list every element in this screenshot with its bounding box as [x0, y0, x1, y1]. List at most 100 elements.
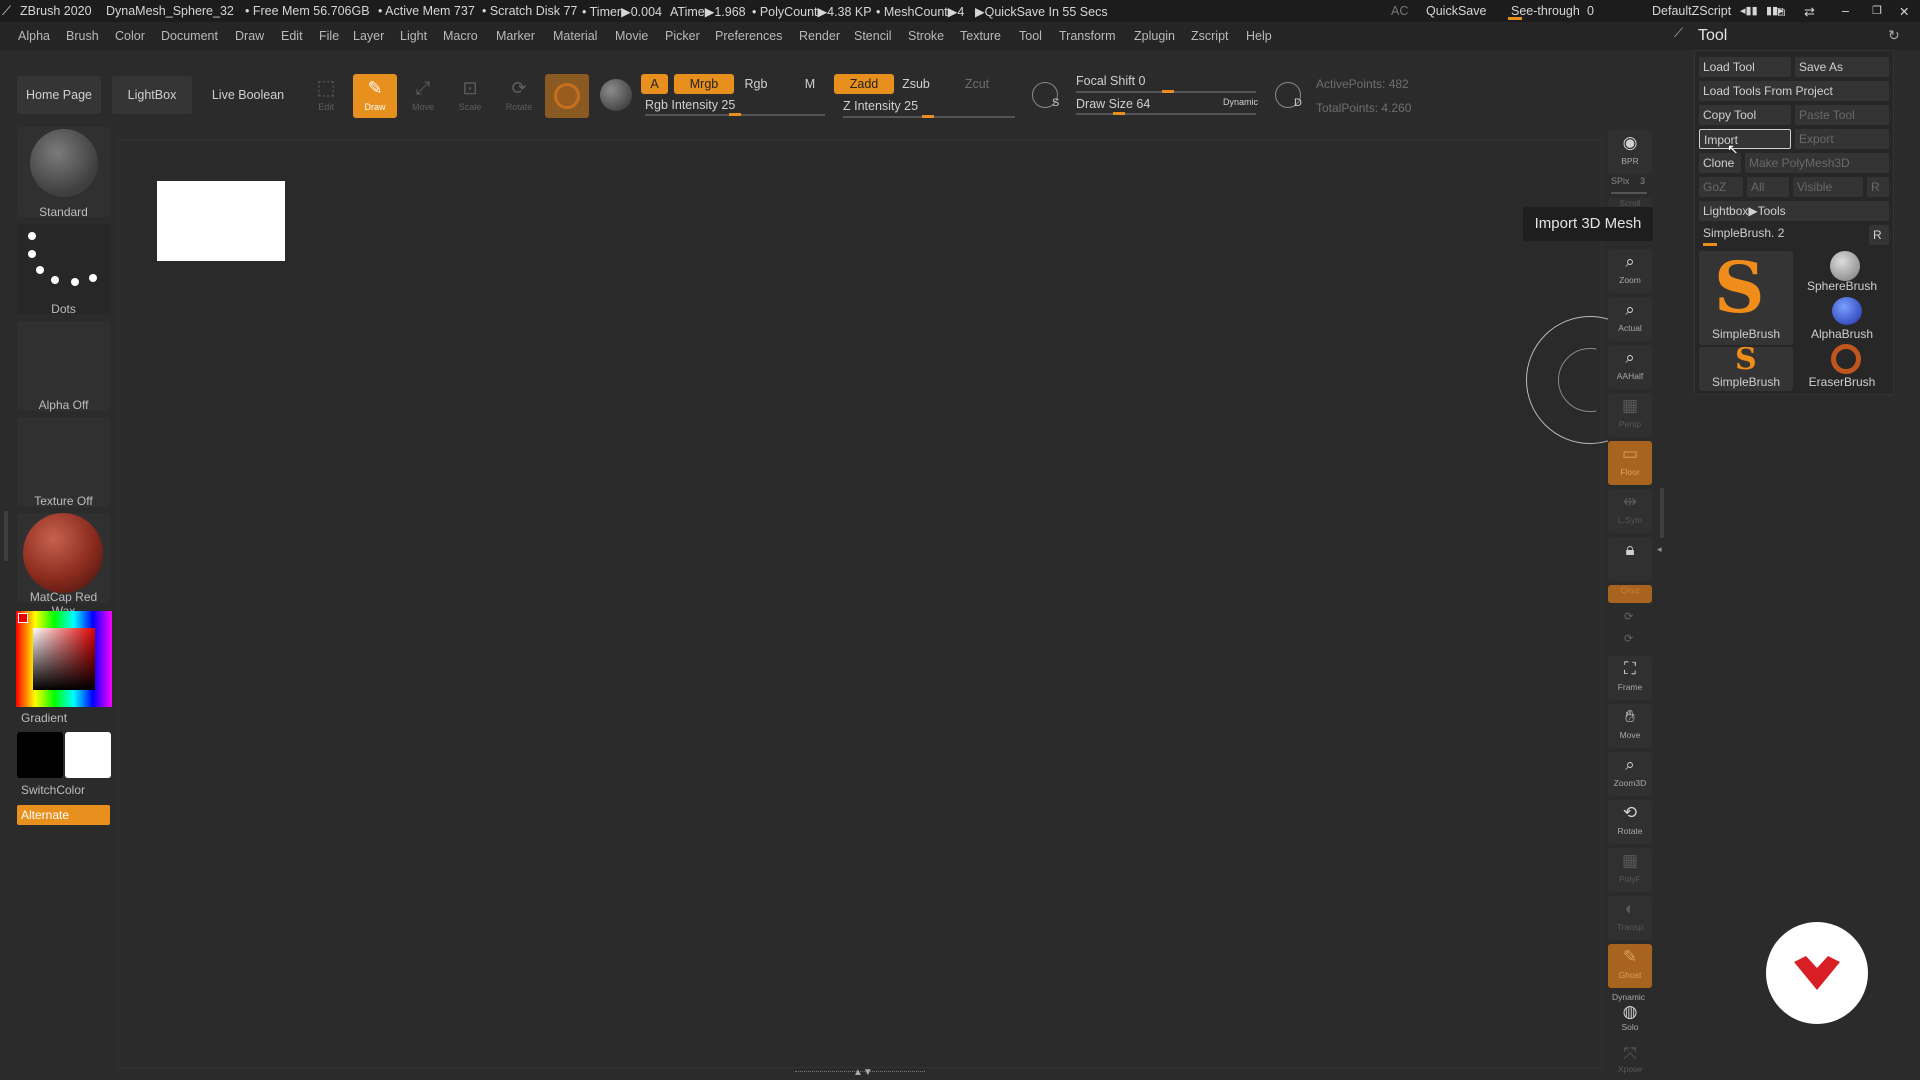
- menu-stencil[interactable]: Stencil: [854, 29, 892, 43]
- focal-shift-handle[interactable]: [1162, 90, 1174, 93]
- draw-button[interactable]: ✎ Draw: [353, 74, 397, 118]
- see-through-value[interactable]: 0: [1587, 4, 1594, 18]
- primary-color-swatch[interactable]: [17, 732, 63, 778]
- paste-tool-button[interactable]: Paste Tool: [1795, 105, 1889, 125]
- menu-tool[interactable]: Tool: [1019, 29, 1042, 43]
- spix-label[interactable]: SPix: [1611, 176, 1630, 186]
- eraserbrush-icon[interactable]: [1831, 344, 1861, 374]
- layout-icon[interactable]: ⇄: [1804, 4, 1815, 20]
- menu-material[interactable]: Material: [553, 29, 597, 43]
- mrgb-toggle[interactable]: Mrgb: [674, 74, 734, 94]
- edit-button[interactable]: ⬚ Edit: [308, 74, 344, 118]
- clone-button[interactable]: Clone: [1699, 153, 1741, 173]
- z-intensity-label[interactable]: Z Intensity 25: [843, 99, 918, 113]
- zsub-toggle[interactable]: Zsub: [898, 74, 934, 94]
- copy-tool-button[interactable]: Copy Tool: [1699, 105, 1791, 125]
- menu-zscript[interactable]: Zscript: [1191, 29, 1229, 43]
- document-canvas[interactable]: [118, 140, 1602, 1068]
- solo-button[interactable]: ◍ Solo: [1608, 1002, 1652, 1038]
- zoom-button[interactable]: ⌕ Zoom: [1608, 249, 1652, 293]
- load-tool-button[interactable]: Load Tool: [1699, 57, 1791, 77]
- rgb-toggle[interactable]: Rgb: [739, 74, 773, 94]
- aahalf-button[interactable]: ⌕ AAHalf: [1608, 345, 1652, 389]
- menu-brush[interactable]: Brush: [66, 29, 99, 43]
- load-tools-from-project-button[interactable]: Load Tools From Project: [1699, 81, 1889, 101]
- rotate-view-button[interactable]: ⟲ Rotate: [1608, 800, 1652, 844]
- sphere-preview-icon[interactable]: [600, 79, 632, 111]
- close-icon[interactable]: ✕: [1899, 4, 1909, 19]
- menu-stroke[interactable]: Stroke: [908, 29, 944, 43]
- lsym-button[interactable]: ⇹ L.Sym: [1608, 489, 1652, 533]
- dynamic-toggle[interactable]: Dynamic: [1223, 97, 1258, 107]
- qxyz-button[interactable]: Qxyz: [1608, 585, 1652, 603]
- tool-thumb-label-2[interactable]: SphereBrush: [1795, 279, 1889, 293]
- actual-button[interactable]: ⌕ Actual: [1608, 297, 1652, 341]
- spherebrush-icon[interactable]: [1830, 251, 1860, 281]
- menu-transform[interactable]: Transform: [1059, 29, 1116, 43]
- menu-color[interactable]: Color: [115, 29, 145, 43]
- menu-edit[interactable]: Edit: [281, 29, 303, 43]
- rotate-button[interactable]: ⟳ Rotate: [499, 74, 539, 118]
- interface-icon[interactable]: ⧉: [1776, 4, 1785, 20]
- persp-button[interactable]: ▦ Persp: [1608, 393, 1652, 437]
- menu-texture[interactable]: Texture: [960, 29, 1001, 43]
- z-intensity-handle[interactable]: [922, 115, 934, 118]
- menu-collapse-icon[interactable]: ◂▮▮: [1740, 4, 1758, 17]
- right-tray-arrow-icon[interactable]: ◂: [1657, 544, 1662, 555]
- current-tool-label[interactable]: SimpleBrush. 2: [1703, 226, 1784, 240]
- pin-icon[interactable]: ⟋: [1674, 25, 1683, 41]
- quicksave-button[interactable]: QuickSave: [1426, 4, 1486, 18]
- a-toggle[interactable]: A: [641, 74, 668, 94]
- bottom-tray-arrow-icon[interactable]: ▲▼: [853, 1067, 873, 1078]
- panel-reset-icon[interactable]: ↻: [1888, 27, 1900, 44]
- color-saturation-square[interactable]: [33, 628, 95, 690]
- scale-button[interactable]: ⊡ Scale: [450, 74, 490, 118]
- spix-value[interactable]: 3: [1640, 176, 1645, 186]
- menu-preferences[interactable]: Preferences: [715, 29, 782, 43]
- move-view-button[interactable]: ✋︎ Move: [1608, 704, 1652, 748]
- see-through-label[interactable]: See-through: [1511, 4, 1580, 18]
- floor-button[interactable]: ▭ Floor: [1608, 441, 1652, 485]
- menu-macro[interactable]: Macro: [443, 29, 478, 43]
- right-tray-handle[interactable]: [1660, 488, 1664, 538]
- menu-picker[interactable]: Picker: [665, 29, 700, 43]
- brush-slot[interactable]: [17, 127, 110, 217]
- zoom3d-button[interactable]: ⌕ Zoom3D: [1608, 752, 1652, 796]
- secondary-color-swatch[interactable]: [65, 732, 111, 778]
- menu-help[interactable]: Help: [1246, 29, 1272, 43]
- import-button[interactable]: Import: [1699, 129, 1791, 149]
- ghost-button[interactable]: ✎ Ghost: [1608, 944, 1652, 988]
- left-tray-handle[interactable]: [4, 511, 8, 561]
- lightbox-tools-button[interactable]: Lightbox▶Tools: [1699, 201, 1889, 221]
- spix-slider[interactable]: [1611, 192, 1647, 194]
- zadd-toggle[interactable]: Zadd: [834, 74, 894, 94]
- minimize-icon[interactable]: –: [1842, 4, 1849, 18]
- alphabrush-icon[interactable]: [1832, 297, 1862, 325]
- ac-toggle[interactable]: AC: [1391, 4, 1408, 18]
- default-zscript[interactable]: DefaultZScript: [1652, 4, 1731, 18]
- save-as-button[interactable]: Save As: [1795, 57, 1889, 77]
- frame-button[interactable]: ⛶ Frame: [1608, 656, 1652, 700]
- color-picker[interactable]: [16, 611, 112, 707]
- bpr-button[interactable]: ◉ BPR: [1608, 130, 1652, 174]
- xpose-button[interactable]: ⤧ Xpose: [1608, 1044, 1652, 1078]
- menu-document[interactable]: Document: [161, 29, 218, 43]
- make-polymesh3d-button[interactable]: Make PolyMesh3D: [1745, 153, 1889, 173]
- stroke-slot[interactable]: [17, 224, 110, 314]
- material-swatch-button[interactable]: [545, 74, 589, 118]
- rgb-intensity-label[interactable]: Rgb Intensity 25: [645, 98, 735, 112]
- menu-alpha[interactable]: Alpha: [18, 29, 50, 43]
- hue-marker[interactable]: [18, 613, 28, 623]
- menu-file[interactable]: File: [319, 29, 339, 43]
- rotate-axis-icon-2[interactable]: ⟳: [1624, 632, 1633, 645]
- polyf-button[interactable]: ▦ PolyF: [1608, 848, 1652, 892]
- restore-icon[interactable]: ❐: [1872, 4, 1882, 17]
- live-boolean-button[interactable]: Live Boolean: [203, 76, 293, 114]
- menu-zplugin[interactable]: Zplugin: [1134, 29, 1175, 43]
- current-tool-r-button[interactable]: R: [1869, 225, 1889, 245]
- home-page-button[interactable]: Home Page: [17, 76, 101, 114]
- export-button[interactable]: Export: [1795, 129, 1889, 149]
- gradient-label[interactable]: Gradient: [21, 711, 67, 725]
- rotate-axis-icon[interactable]: ⟳: [1624, 610, 1633, 623]
- menu-movie[interactable]: Movie: [615, 29, 648, 43]
